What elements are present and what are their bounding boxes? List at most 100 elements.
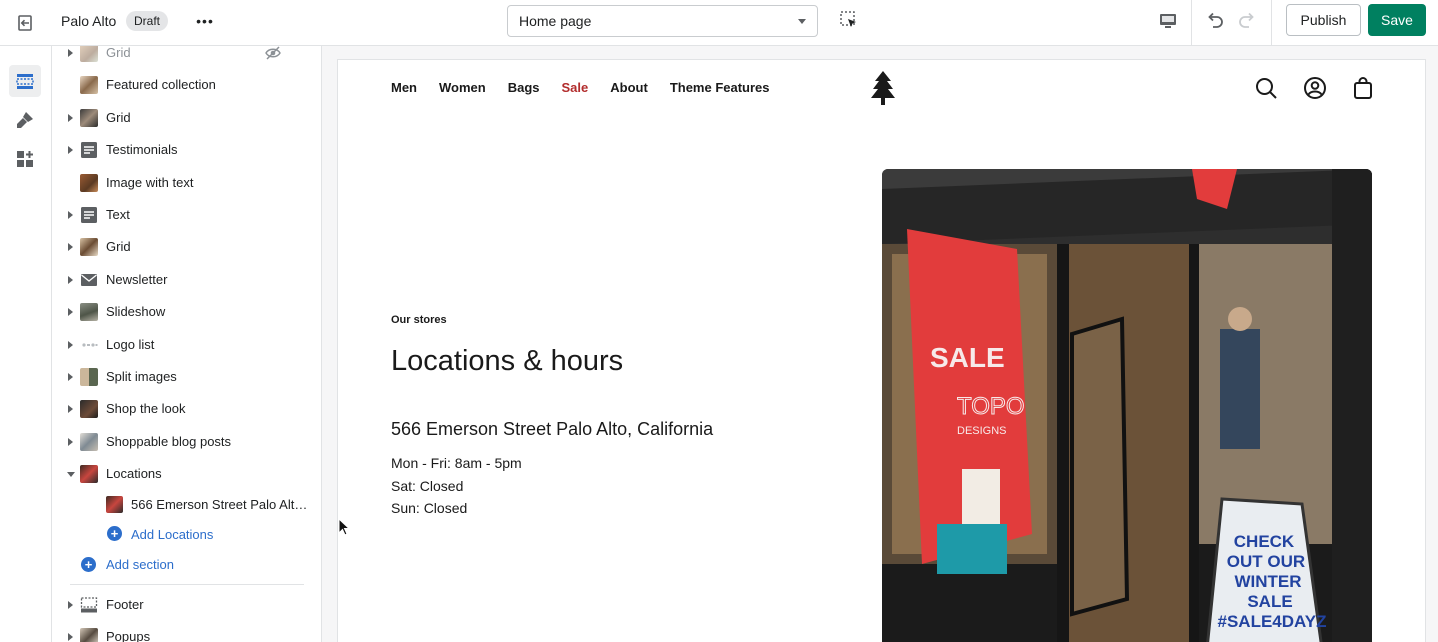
chevron-right-icon[interactable]: [68, 633, 73, 641]
section-item-image-with-text[interactable]: Image with text: [52, 169, 321, 197]
image-thumbnail-icon: [80, 628, 98, 642]
section-label: Footer: [106, 597, 144, 612]
chevron-right-icon[interactable]: [68, 438, 73, 446]
chevron-right-icon[interactable]: [68, 211, 73, 219]
add-section-button[interactable]: + Add section: [52, 551, 321, 577]
image-thumbnail-icon: [80, 76, 98, 94]
redo-icon: [1239, 12, 1254, 28]
store-address: 566 Emerson Street Palo Alto, California: [391, 419, 714, 439]
topbar-divider: [1271, 0, 1272, 46]
nav-link-men[interactable]: Men: [391, 80, 417, 95]
app-embeds-icon: [17, 151, 33, 167]
more-actions-button[interactable]: •••: [192, 8, 218, 34]
section-label: Locations: [106, 466, 162, 481]
chevron-down-icon[interactable]: [67, 472, 75, 477]
page-selector-value: Home page: [519, 13, 592, 29]
image-thumbnail-icon: [80, 238, 98, 256]
store-logo-tree-icon[interactable]: [868, 70, 898, 106]
publish-button[interactable]: Publish: [1286, 4, 1361, 36]
chevron-right-icon[interactable]: [68, 308, 73, 316]
sidebar-divider: [70, 584, 304, 585]
chevron-right-icon[interactable]: [68, 146, 73, 154]
section-item-logo-list[interactable]: Logo list: [52, 331, 321, 359]
image-thumbnail-icon: [80, 400, 98, 418]
rail-theme-settings-button[interactable]: [9, 104, 41, 136]
section-label: Grid: [106, 46, 131, 60]
chevron-right-icon[interactable]: [68, 601, 73, 609]
eye-hidden-icon[interactable]: [264, 46, 282, 62]
locations-heading: Locations & hours: [391, 345, 624, 377]
section-item-testimonials[interactable]: Testimonials: [52, 136, 321, 164]
sign-text-line: SALE: [1247, 592, 1292, 611]
section-label: Shop the look: [106, 401, 186, 416]
redo-button[interactable]: [1236, 9, 1258, 31]
nav-link-theme-features[interactable]: Theme Features: [670, 80, 770, 95]
more-icon: •••: [196, 13, 214, 29]
section-item-featured-collection[interactable]: Featured collection: [52, 71, 321, 99]
device-preview-button[interactable]: [1156, 9, 1180, 33]
editor-topbar: Palo Alto Draft ••• Home page Publish Sa…: [0, 0, 1438, 46]
chevron-right-icon[interactable]: [68, 114, 73, 122]
image-thumbnail-icon: [80, 46, 98, 62]
footer-icon: [80, 597, 98, 613]
nav-link-sale[interactable]: Sale: [562, 80, 589, 95]
chevron-right-icon[interactable]: [68, 243, 73, 251]
section-item-shoppable-blog-posts[interactable]: Shoppable blog posts: [52, 428, 321, 456]
sign-text-line: OUT OUR: [1227, 552, 1305, 571]
chevron-right-icon[interactable]: [68, 405, 73, 413]
hours-line: Mon - Fri: 8am - 5pm: [391, 455, 522, 471]
topbar-divider: [1191, 0, 1192, 46]
cart-bag-icon[interactable]: [1351, 76, 1375, 100]
chevron-right-icon[interactable]: [68, 341, 73, 349]
section-label: Split images: [106, 369, 177, 384]
section-item-footer[interactable]: Footer: [52, 591, 321, 619]
status-badge: Draft: [126, 11, 169, 31]
sections-icon: [16, 74, 34, 89]
image-thumbnail-icon: [106, 496, 123, 513]
section-item-grid[interactable]: Grid: [52, 233, 321, 261]
section-item-popups[interactable]: Popups: [52, 623, 321, 642]
search-icon[interactable]: [1254, 76, 1278, 100]
section-item-split-images[interactable]: Split images: [52, 363, 321, 391]
sign-text-line: CHECK: [1234, 532, 1295, 551]
section-label: Slideshow: [106, 304, 166, 319]
add-locations-button[interactable]: + Add Locations: [52, 521, 321, 547]
account-icon[interactable]: [1303, 76, 1327, 100]
page-selector[interactable]: Home page: [507, 5, 818, 37]
section-item-locations[interactable]: Locations: [52, 460, 321, 488]
rail-app-embeds-button[interactable]: [9, 143, 41, 175]
section-item-grid[interactable]: Grid: [52, 46, 321, 67]
section-item-text[interactable]: Text: [52, 201, 321, 229]
sign-text-line: #SALE4DAYZ: [1218, 612, 1327, 631]
section-label: Newsletter: [106, 272, 168, 287]
image-thumbnail-icon: [80, 433, 98, 451]
storefront-photo: SALE TOPO DESIGNS CHECK OUT OUR WINTER S…: [882, 169, 1372, 642]
chevron-right-icon[interactable]: [68, 276, 73, 284]
section-label: Grid: [106, 110, 131, 125]
exit-button[interactable]: [10, 8, 40, 38]
theme-settings-icon: [17, 112, 33, 128]
chevron-right-icon[interactable]: [68, 49, 73, 57]
section-item-shop-the-look[interactable]: Shop the look: [52, 395, 321, 423]
section-label: Popups: [106, 629, 151, 642]
section-item-slideshow[interactable]: Slideshow: [52, 298, 321, 326]
image-thumbnail-icon: [80, 368, 98, 386]
store-name: Palo Alto: [61, 13, 117, 29]
sections-sidebar: Grid Featured collection Grid Testimonia…: [52, 46, 322, 642]
section-item-grid[interactable]: Grid: [52, 104, 321, 132]
nav-link-about[interactable]: About: [610, 80, 648, 95]
nav-link-bags[interactable]: Bags: [508, 80, 540, 95]
nav-link-women[interactable]: Women: [439, 80, 486, 95]
section-label: Logo list: [106, 337, 155, 352]
undo-button[interactable]: [1204, 9, 1226, 31]
inspector-button[interactable]: [838, 9, 860, 31]
section-eyebrow: Our stores: [391, 314, 447, 326]
section-item-newsletter[interactable]: Newsletter: [52, 266, 321, 294]
plus-circle-icon: +: [107, 526, 122, 541]
block-item-location[interactable]: 566 Emerson Street Palo Alto, California: [52, 492, 321, 518]
save-button[interactable]: Save: [1368, 4, 1426, 36]
rail-sections-button[interactable]: [9, 65, 41, 97]
desktop-icon: [1160, 14, 1176, 28]
section-label: Testimonials: [106, 142, 178, 157]
chevron-right-icon[interactable]: [68, 373, 73, 381]
